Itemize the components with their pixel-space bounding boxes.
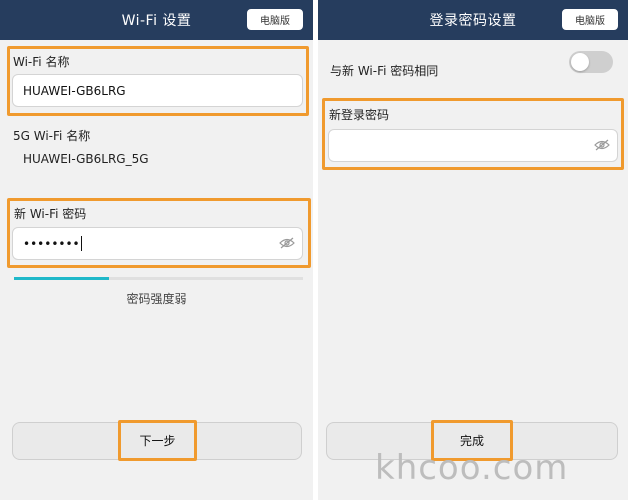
new-password-value: •••••••• [23,236,80,251]
password-strength-text: 密码强度弱 [126,292,187,306]
wifi-name-input[interactable]: HUAWEI-GB6LRG [12,74,303,107]
login-password-panel: 登录密码设置 电脑版 与新 Wi-Fi 密码相同 新登录密码 完成 [318,0,628,500]
eye-hidden-icon[interactable] [594,139,610,151]
next-step-label: 下一步 [139,434,176,448]
pc-version-button[interactable]: 电脑版 [247,9,303,30]
new-password-label: 新 Wi-Fi 密码 [14,207,87,221]
wifi-5g-value: HUAWEI-GB6LRG_5G [23,152,149,166]
watermark: khcoo.com [375,448,569,488]
toggle-knob [571,53,589,71]
new-login-password-input[interactable] [328,129,618,162]
page-title: Wi-Fi 设置 [121,13,192,29]
header-bar: 登录密码设置 电脑版 [318,0,628,40]
wifi-5g-label: 5G Wi-Fi 名称 [13,129,91,143]
new-password-input[interactable]: •••••••• [12,227,303,260]
text-cursor [80,236,82,251]
same-as-wifi-toggle[interactable] [569,51,613,73]
eye-hidden-icon[interactable] [279,237,295,249]
page-title: 登录密码设置 [429,13,517,29]
wifi-name-value: HUAWEI-GB6LRG [23,83,126,98]
header-bar: Wi-Fi 设置 电脑版 [0,0,313,40]
password-strength-fill [14,277,109,280]
same-as-wifi-label: 与新 Wi-Fi 密码相同 [330,64,439,78]
wifi-settings-panel: Wi-Fi 设置 电脑版 Wi-Fi 名称 HUAWEI-GB6LRG 5G W… [0,0,313,500]
wifi-name-label: Wi-Fi 名称 [13,55,70,69]
password-strength-bar [14,277,303,280]
pc-version-button[interactable]: 电脑版 [562,9,618,30]
new-login-password-label: 新登录密码 [329,108,390,122]
